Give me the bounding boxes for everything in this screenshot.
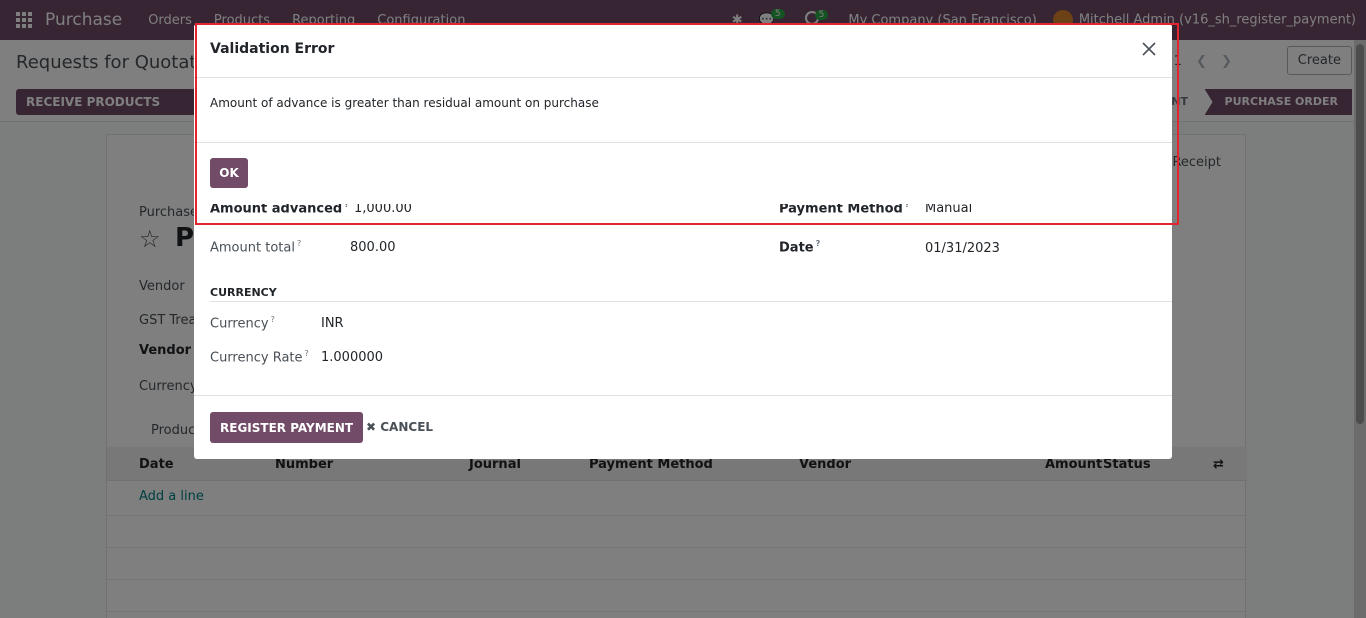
ok-button[interactable]: OK	[210, 158, 248, 188]
currency-field-value[interactable]: INR	[321, 316, 344, 331]
amount-total-label: Amount total?	[210, 239, 302, 256]
date-label: Date?	[779, 239, 821, 256]
close-icon[interactable]	[1140, 40, 1158, 58]
validation-error-dialog: Validation Error Amount of advance is gr…	[194, 24, 1172, 204]
date-value[interactable]: 01/31/2023	[925, 241, 1000, 256]
currency-rate-label: Currency Rate?	[210, 349, 309, 366]
amount-total-value: 800.00	[350, 240, 396, 255]
cancel-button[interactable]: ✖ CANCEL	[366, 420, 433, 434]
currency-field-label: Currency?	[210, 315, 275, 332]
register-payment-button[interactable]: REGISTER PAYMENT	[210, 412, 364, 443]
close-icon: ✖	[366, 420, 377, 434]
currency-rate-value[interactable]: 1.000000	[321, 350, 383, 365]
currency-section-title: CURRENCY	[210, 286, 277, 299]
error-message: Amount of advance is greater than residu…	[210, 96, 599, 110]
dialog-title: Validation Error	[210, 41, 335, 57]
